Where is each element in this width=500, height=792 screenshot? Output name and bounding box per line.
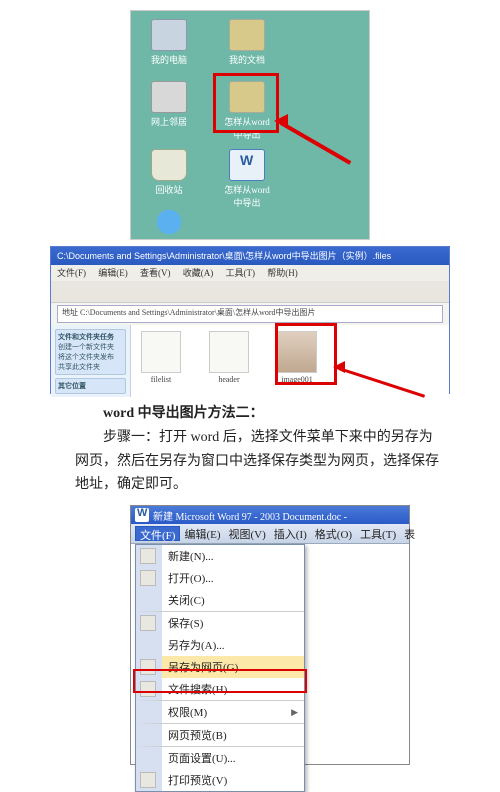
icon-label: 我的电脑 xyxy=(151,55,187,65)
file-dropdown-menu: 新建(N)... 打开(O)... 关闭(C) 保存(S) 另存为(A)... … xyxy=(135,544,305,792)
window-titlebar: C:\Documents and Settings\Administrator\… xyxy=(51,247,449,265)
menu-item-new[interactable]: 新建(N)... xyxy=(136,545,304,567)
arrow-line xyxy=(339,367,426,398)
item-label: 打印预览(V) xyxy=(168,772,227,788)
sidebar-link[interactable]: 创建一个新文件夹 xyxy=(58,342,123,352)
desktop-icon-mycomputer[interactable]: 我的电脑 xyxy=(145,19,193,66)
sidebar-heading: 其它位置 xyxy=(58,381,123,391)
article-text: word 中导出图片方法二： 步骤一：打开 word 后，选择文件菜单下来中的另… xyxy=(0,394,500,501)
open-icon xyxy=(140,570,156,586)
icon-label: 网上邻居 xyxy=(151,117,187,127)
sidebar-heading: 文件和文件夹任务 xyxy=(58,332,123,342)
item-label: 网页预览(B) xyxy=(168,727,227,743)
arrow-head-icon xyxy=(274,114,288,128)
icon-label: 我的文档 xyxy=(229,55,265,65)
item-label: 关闭(C) xyxy=(168,592,205,608)
sidebar-link[interactable]: 共享此文件夹 xyxy=(58,362,123,372)
chevron-right-icon: ▶ xyxy=(291,707,298,718)
item-label: 权限(M) xyxy=(168,704,207,720)
step-paragraph: 步骤一：打开 word 后，选择文件菜单下来中的另存为网页，然后在另存为窗口中选… xyxy=(75,426,440,497)
menu-view[interactable]: 查看(V) xyxy=(140,268,171,278)
menu-item-saveas[interactable]: 另存为(A)... xyxy=(136,634,304,656)
arrow-line xyxy=(280,121,351,164)
desktop-screenshot: 我的电脑 我的文档 网上邻居 怎样从word中导出 回收站 怎样从word中导出 xyxy=(130,10,370,240)
menu-file[interactable]: 文件(F) xyxy=(135,526,180,541)
highlight-box xyxy=(275,323,337,385)
word-title-text: 新建 Microsoft Word 97 - 2003 Document.doc… xyxy=(153,508,347,523)
menu-format[interactable]: 格式(O) xyxy=(311,526,356,541)
menu-insert[interactable]: 插入(I) xyxy=(270,526,311,541)
menu-item-permission[interactable]: 权限(M) ▶ xyxy=(136,701,304,723)
file-item[interactable]: header xyxy=(205,331,253,391)
item-label: 页面设置(U)... xyxy=(168,750,236,766)
toolbar xyxy=(51,281,449,303)
menu-file[interactable]: 文件(F) xyxy=(57,268,86,278)
save-icon xyxy=(140,615,156,631)
menu-view[interactable]: 视图(V) xyxy=(225,526,270,541)
menu-edit[interactable]: 编辑(E) xyxy=(180,526,224,541)
address-bar[interactable]: 地址 C:\Documents and Settings\Administrat… xyxy=(57,305,443,323)
menu-fav[interactable]: 收藏(A) xyxy=(183,268,214,278)
desktop-icon-word-doc[interactable]: 怎样从word中导出 xyxy=(223,149,271,209)
menu-edit[interactable]: 编辑(E) xyxy=(98,268,128,278)
menu-tools[interactable]: 工具(T) xyxy=(226,268,256,278)
icon-label: 回收站 xyxy=(155,185,182,195)
desktop-icon-folder[interactable]: 我的文档 xyxy=(223,19,271,66)
item-label: 打开(O)... xyxy=(168,570,214,586)
menu-item-webpreview[interactable]: 网页预览(B) xyxy=(136,724,304,746)
file-pane: filelist header image001 xyxy=(131,325,449,397)
tasks-sidebar: 文件和文件夹任务 创建一个新文件夹 将这个文件夹发布 共享此文件夹 其它位置 xyxy=(51,325,131,397)
item-label: 另存为(A)... xyxy=(168,637,225,653)
file-icon xyxy=(209,331,249,373)
menu-item-close[interactable]: 关闭(C) xyxy=(136,589,304,611)
explorer-window: C:\Documents and Settings\Administrator\… xyxy=(50,246,450,394)
highlight-box xyxy=(213,73,279,133)
file-item[interactable]: filelist xyxy=(137,331,185,391)
highlight-box xyxy=(133,669,307,693)
word-app-icon xyxy=(135,508,149,522)
menu-item-open[interactable]: 打开(O)... xyxy=(136,567,304,589)
item-label: 新建(N)... xyxy=(168,548,214,564)
desktop-icon-network[interactable]: 网上邻居 xyxy=(145,81,193,128)
print-preview-icon xyxy=(140,772,156,788)
sidebar-section: 文件和文件夹任务 创建一个新文件夹 将这个文件夹发布 共享此文件夹 xyxy=(55,329,126,375)
word-menu-bar: 文件(F) 编辑(E) 视图(V) 插入(I) 格式(O) 工具(T) 表 xyxy=(131,524,409,544)
icon-label: 怎样从word中导出 xyxy=(224,185,270,208)
menu-item-save[interactable]: 保存(S) xyxy=(136,612,304,634)
desktop-icon-recyclebin[interactable]: 回收站 xyxy=(145,149,193,196)
arrow-head-icon xyxy=(333,361,345,373)
menu-item-printpreview[interactable]: 打印预览(V) xyxy=(136,769,304,791)
menu-help[interactable]: 帮助(H) xyxy=(267,268,298,278)
method-heading: word 中导出图片方法二： xyxy=(75,402,440,426)
desktop-icon-ie[interactable] xyxy=(145,206,193,240)
word-window: 新建 Microsoft Word 97 - 2003 Document.doc… xyxy=(130,505,410,765)
explorer-body: 文件和文件夹任务 创建一个新文件夹 将这个文件夹发布 共享此文件夹 其它位置 f… xyxy=(51,325,449,397)
file-label: filelist xyxy=(151,375,171,384)
new-icon xyxy=(140,548,156,564)
item-label: 保存(S) xyxy=(168,615,203,631)
word-titlebar: 新建 Microsoft Word 97 - 2003 Document.doc… xyxy=(131,506,409,524)
sidebar-section: 其它位置 xyxy=(55,378,126,394)
menu-bar: 文件(F) 编辑(E) 查看(V) 收藏(A) 工具(T) 帮助(H) xyxy=(51,265,449,281)
menu-tools[interactable]: 工具(T) xyxy=(356,526,400,541)
sidebar-link[interactable]: 将这个文件夹发布 xyxy=(58,352,123,362)
file-icon xyxy=(141,331,181,373)
menu-table[interactable]: 表 xyxy=(400,526,419,541)
menu-item-pagesetup[interactable]: 页面设置(U)... xyxy=(136,747,304,769)
file-label: header xyxy=(218,375,239,384)
